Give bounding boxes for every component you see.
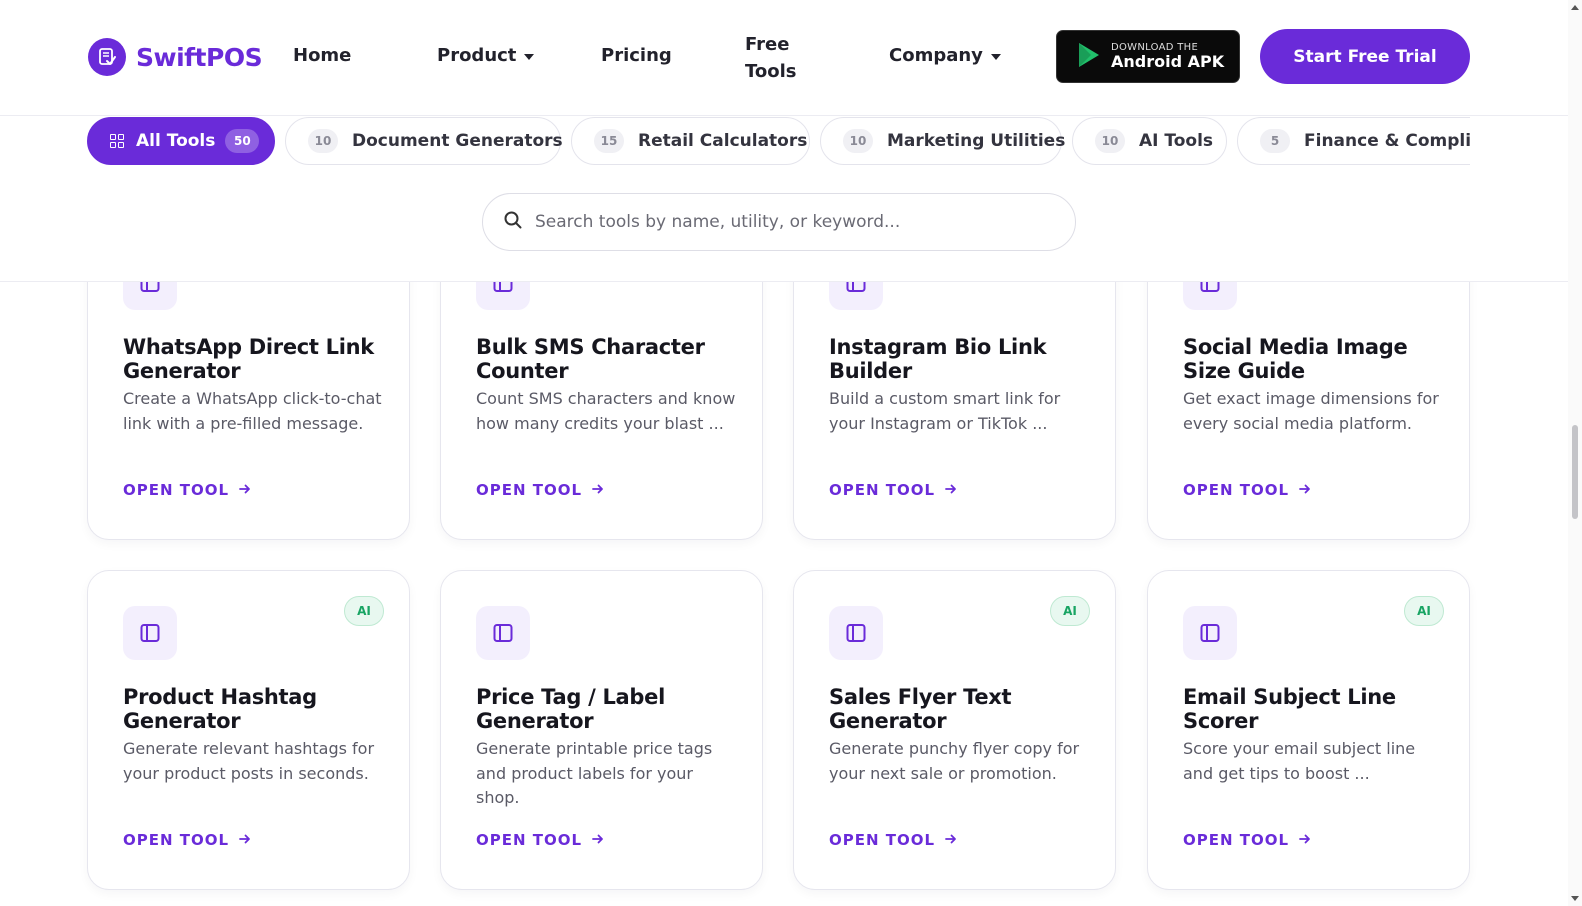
search-input[interactable] <box>535 212 1055 232</box>
tool-description: Create a WhatsApp click-to-chat link wit… <box>123 389 382 433</box>
tool-description: Count SMS characters and know how many c… <box>476 389 736 433</box>
chip-count: 5 <box>1260 129 1290 153</box>
document-check-icon <box>88 38 126 76</box>
nav-free-tools-label: Free Tools <box>745 34 797 82</box>
scroll-up-icon[interactable] <box>1571 5 1579 10</box>
open-tool-label: OPEN TOOL <box>123 831 230 849</box>
tool-description: Generate punchy flyer copy for your next… <box>829 739 1080 783</box>
ai-badge: AI <box>1404 596 1444 626</box>
chip-label: All Tools <box>136 131 216 151</box>
nav-home[interactable]: Home <box>293 45 351 66</box>
site-header: SwiftPOS Home Product Pricing Free Tools… <box>0 0 1568 116</box>
sidebar-panel-icon <box>1183 606 1237 660</box>
search-icon <box>503 210 523 234</box>
filter-bar: All Tools 50 10 Document Generators 15 R… <box>0 116 1568 282</box>
arrow-right-icon <box>592 831 604 849</box>
tool-title: Social Media Image Size Guide <box>1183 335 1408 383</box>
arrow-right-icon <box>239 481 251 499</box>
tool-description: Score your email subject line and get ti… <box>1183 739 1416 783</box>
sidebar-panel-icon <box>476 606 530 660</box>
tool-title: Instagram Bio Link Builder <box>829 335 1047 383</box>
chip-label: AI Tools <box>1139 131 1214 151</box>
scroll-down-icon[interactable] <box>1571 896 1579 901</box>
brand-logo[interactable]: SwiftPOS <box>88 38 263 76</box>
nav-pricing-label: Pricing <box>601 45 672 66</box>
open-tool-link[interactable]: OPEN TOOL <box>829 831 957 849</box>
search-box <box>482 193 1076 251</box>
chip-label: Retail Calculators <box>638 131 808 151</box>
open-tool-label: OPEN TOOL <box>1183 831 1290 849</box>
sidebar-panel-icon <box>829 606 883 660</box>
nav-company-label: Company <box>889 45 983 66</box>
nav-free-tools[interactable]: Free Tools <box>745 31 805 85</box>
brand-name: SwiftPOS <box>136 42 263 72</box>
tool-description: Build a custom smart link for your Insta… <box>829 389 1061 433</box>
start-free-trial-button[interactable]: Start Free Trial <box>1260 29 1470 84</box>
grid-icon <box>110 134 124 148</box>
open-tool-link[interactable]: OPEN TOOL <box>476 831 604 849</box>
tool-title: Bulk SMS Character Counter <box>476 335 705 383</box>
nav-home-label: Home <box>293 45 352 66</box>
chip-count: 50 <box>225 129 260 153</box>
open-tool-link[interactable]: OPEN TOOL <box>123 481 251 499</box>
chip-marketing-utilities[interactable]: 10 Marketing Utilities <box>820 117 1066 165</box>
chip-label: Marketing Utilities <box>887 131 1066 151</box>
tool-card[interactable]: AI Sales Flyer Text Generator Generate p… <box>793 570 1116 890</box>
open-tool-label: OPEN TOOL <box>476 831 583 849</box>
tool-description: Generate relevant hashtags for your prod… <box>123 739 375 783</box>
tool-title: Product Hashtag Generator <box>123 685 317 733</box>
chip-count: 15 <box>594 129 624 153</box>
nav-product-label: Product <box>437 45 517 66</box>
nav-pricing[interactable]: Pricing <box>601 45 672 66</box>
arrow-right-icon <box>592 481 604 499</box>
open-tool-link[interactable]: OPEN TOOL <box>123 831 251 849</box>
open-tool-link[interactable]: OPEN TOOL <box>1183 831 1311 849</box>
tool-title: WhatsApp Direct Link Generator <box>123 335 374 383</box>
sidebar-panel-icon <box>123 606 177 660</box>
page-scrollbar[interactable] <box>1568 0 1582 906</box>
open-tool-link[interactable]: OPEN TOOL <box>829 481 957 499</box>
chip-finance-compliance[interactable]: 5 Finance & Compliance <box>1237 117 1470 165</box>
open-tool-label: OPEN TOOL <box>829 481 936 499</box>
open-tool-label: OPEN TOOL <box>476 481 583 499</box>
nav-product[interactable]: Product <box>437 45 535 66</box>
open-tool-label: OPEN TOOL <box>123 481 230 499</box>
tool-card[interactable]: AI Product Hashtag Generator Generate re… <box>87 570 410 890</box>
download-apk-button[interactable]: DOWNLOAD THE Android APK <box>1056 30 1240 83</box>
tool-title: Price Tag / Label Generator <box>476 685 665 733</box>
chevron-down-icon <box>990 53 1001 60</box>
open-tool-label: OPEN TOOL <box>829 831 936 849</box>
nav-company[interactable]: Company <box>889 45 1001 66</box>
open-tool-link[interactable]: OPEN TOOL <box>476 481 604 499</box>
ai-badge: AI <box>344 596 384 626</box>
tool-title: Email Subject Line Scorer <box>1183 685 1396 733</box>
category-chips: All Tools 50 10 Document Generators 15 R… <box>87 117 1470 167</box>
open-tool-label: OPEN TOOL <box>1183 481 1290 499</box>
open-tool-link[interactable]: OPEN TOOL <box>1183 481 1311 499</box>
play-store-icon <box>1077 42 1101 72</box>
chip-label: Document Generators <box>352 131 563 151</box>
chip-count: 10 <box>308 129 338 153</box>
arrow-right-icon <box>1299 831 1311 849</box>
chip-all-tools[interactable]: All Tools 50 <box>87 117 275 165</box>
chip-count: 10 <box>1095 129 1125 153</box>
tool-card[interactable]: AI Email Subject Line Scorer Score your … <box>1147 570 1470 890</box>
tool-description: Generate printable price tags and produc… <box>476 739 713 807</box>
scrollbar-thumb[interactable] <box>1572 425 1578 519</box>
arrow-right-icon <box>239 831 251 849</box>
tool-title: Sales Flyer Text Generator <box>829 685 1012 733</box>
arrow-right-icon <box>945 831 957 849</box>
chip-label: Finance & Compliance <box>1304 131 1470 151</box>
chevron-down-icon <box>524 53 535 60</box>
apk-big-text: Android APK <box>1111 52 1225 71</box>
chip-document-generators[interactable]: 10 Document Generators <box>285 117 563 165</box>
chip-ai-tools[interactable]: 10 AI Tools <box>1072 117 1227 165</box>
tool-description: Get exact image dimensions for every soc… <box>1183 389 1439 433</box>
tool-card[interactable]: Price Tag / Label Generator Generate pri… <box>440 570 763 890</box>
chip-count: 10 <box>843 129 873 153</box>
chip-retail-calculators[interactable]: 15 Retail Calculators <box>571 117 810 165</box>
arrow-right-icon <box>1299 481 1311 499</box>
arrow-right-icon <box>945 481 957 499</box>
ai-badge: AI <box>1050 596 1090 626</box>
